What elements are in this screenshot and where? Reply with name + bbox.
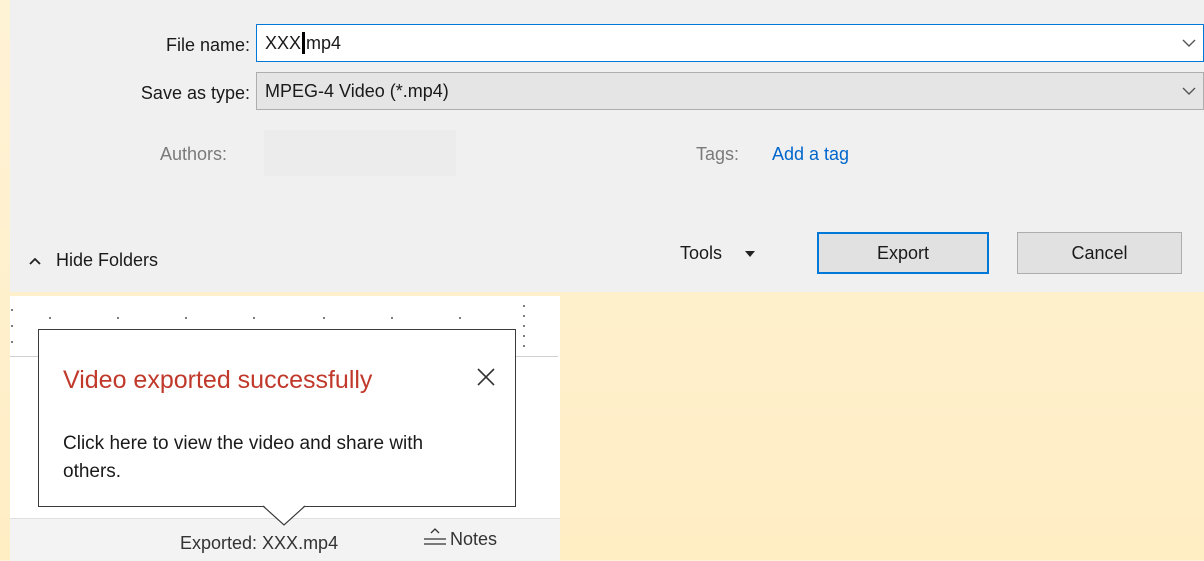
file-name-text-before-caret: XXX <box>265 32 302 53</box>
notes-label: Notes <box>450 528 498 549</box>
add-tag-link[interactable]: Add a tag <box>772 144 849 165</box>
file-name-label: File name: <box>165 35 250 55</box>
toast-pointer <box>262 505 306 526</box>
save-as-type-value: MPEG-4 Video (*.mp4) <box>265 80 449 101</box>
save-as-type-select[interactable]: MPEG-4 Video (*.mp4) <box>256 72 1204 110</box>
hide-folders-button[interactable]: Hide Folders <box>28 250 158 271</box>
file-name-input[interactable]: XXX mp4 <box>256 24 1204 62</box>
save-dialog: File name: XXX mp4 Save as type: MPEG-4 V… <box>10 0 1204 292</box>
export-button[interactable]: Export <box>817 232 989 274</box>
authors-field[interactable] <box>264 130 456 176</box>
file-name-text-after-caret: mp4 <box>306 32 342 53</box>
text-caret <box>302 32 306 54</box>
save-as-type-label: Save as type: <box>140 83 250 103</box>
toast-body: Click here to view the video and share w… <box>63 433 424 482</box>
notes-button[interactable]: Notes <box>422 527 497 551</box>
export-success-toast[interactable]: Video exported successfully Click here t… <box>38 329 516 507</box>
authors-label: Authors: <box>160 144 228 164</box>
hide-folders-label: Hide Folders <box>56 250 159 270</box>
caret-down-icon <box>745 250 756 257</box>
tools-menu[interactable]: Tools <box>680 243 756 264</box>
tags-label: Tags: <box>696 144 740 164</box>
close-icon[interactable] <box>475 366 497 388</box>
toast-title: Video exported successfully <box>63 366 373 394</box>
chevron-up-icon <box>29 257 41 265</box>
notes-icon <box>424 528 446 545</box>
cancel-button[interactable]: Cancel <box>1017 232 1182 274</box>
chevron-down-icon[interactable] <box>1181 80 1197 102</box>
tools-label: Tools <box>680 243 723 263</box>
export-status-text: Exported: XXX.mp4 <box>180 533 339 553</box>
chevron-down-icon[interactable] <box>1181 32 1197 54</box>
